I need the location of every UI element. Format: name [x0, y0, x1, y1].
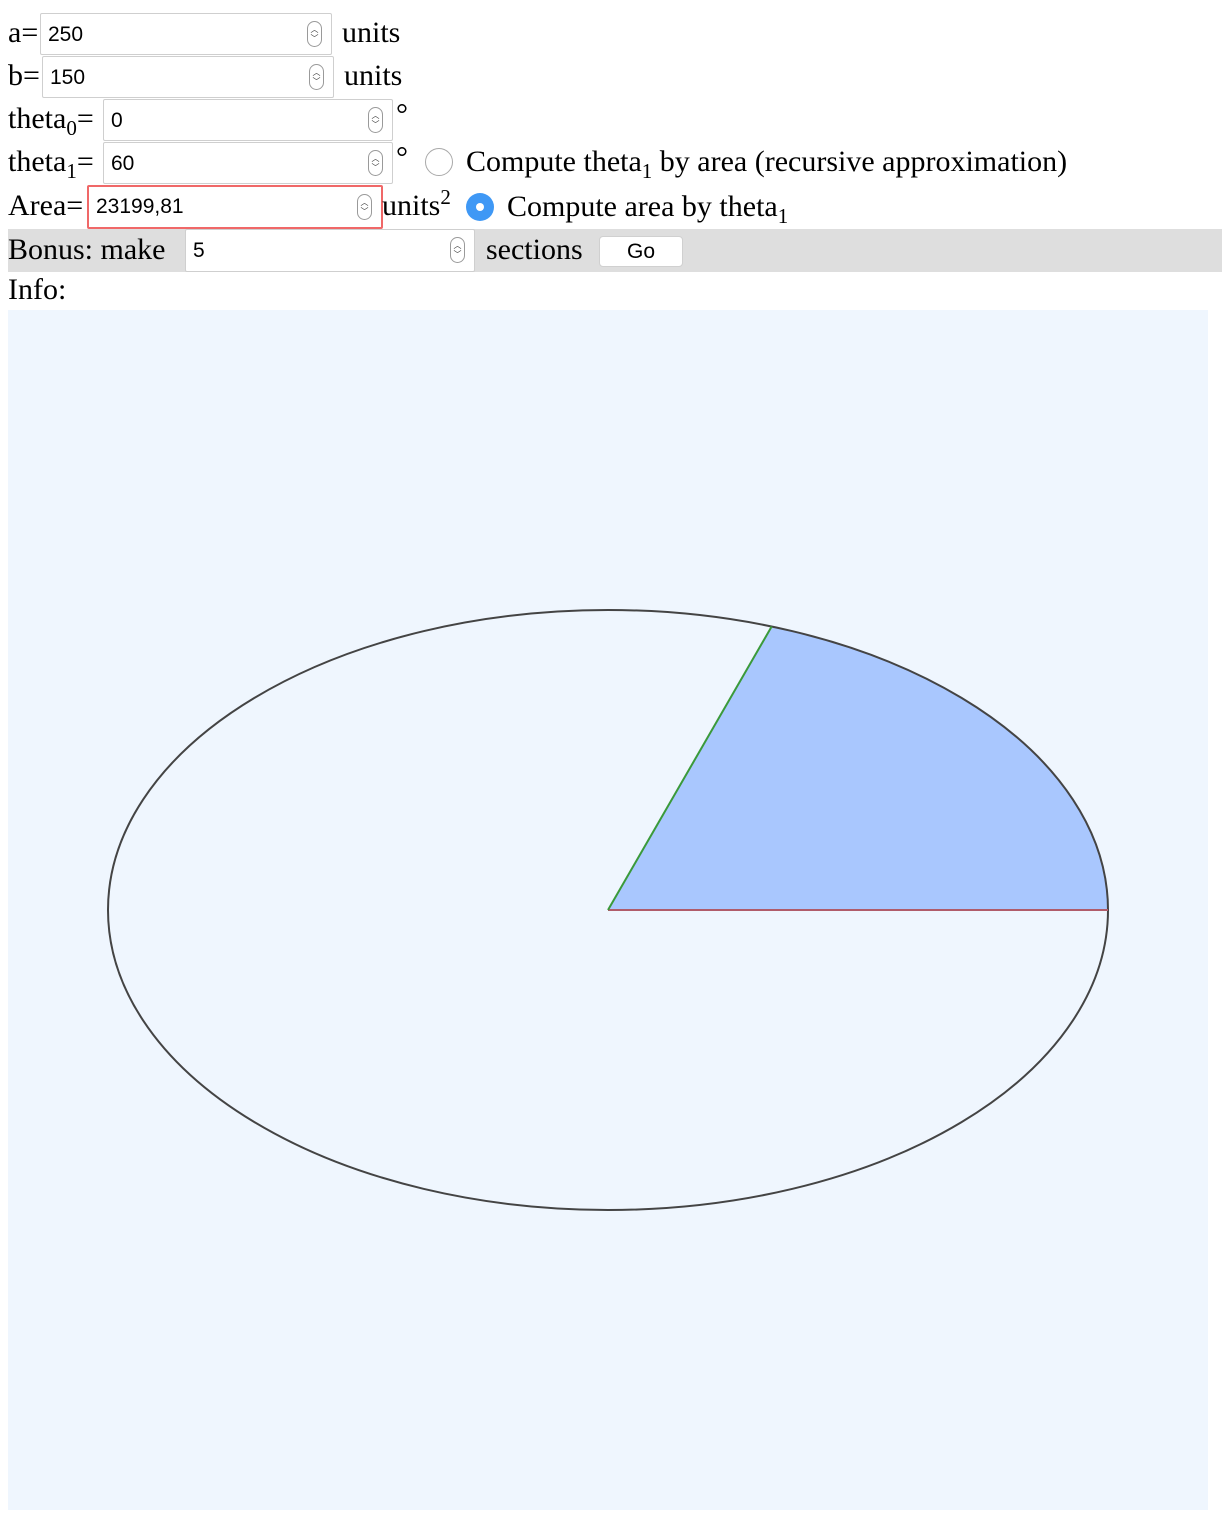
mode-by-area-text: Compute theta: [466, 145, 642, 178]
b-label: b=: [8, 59, 40, 92]
mode-by-area-label[interactable]: Compute theta1 by area (recursive approx…: [466, 145, 1068, 182]
sections-input[interactable]: 5 ︿ ﹀: [185, 229, 475, 272]
spin-down-icon: ﹀: [453, 250, 462, 259]
spin-up-icon: ︿: [360, 198, 369, 207]
theta1-spinner[interactable]: ︿ ﹀: [368, 150, 383, 176]
theta1-label-sub: 1: [66, 159, 77, 183]
b-value: 150: [50, 66, 86, 89]
spin-up-icon: ︿: [310, 25, 319, 34]
go-button[interactable]: Go: [599, 236, 683, 267]
theta1-label-eq: =: [76, 145, 94, 178]
drawing-canvas: [8, 310, 1208, 1510]
theta0-label-eq: =: [76, 102, 94, 135]
a-label: a=: [8, 16, 39, 49]
theta0-value: 0: [111, 109, 123, 132]
spin-up-icon: ︿: [371, 154, 380, 163]
mode-by-theta-sub: 1: [777, 204, 789, 228]
bonus-label: Bonus: make: [8, 233, 166, 266]
mode-by-theta-radio[interactable]: [466, 193, 494, 221]
area-label: Area=: [8, 189, 84, 222]
b-spinner[interactable]: ︿ ﹀: [309, 64, 324, 90]
mode-by-theta-label[interactable]: Compute area by theta1: [507, 190, 788, 227]
theta0-unit: °: [396, 98, 408, 131]
theta1-input[interactable]: 60 ︿ ﹀: [103, 142, 393, 184]
theta1-label: theta1=: [8, 145, 94, 182]
theta0-label-main: theta: [8, 102, 67, 135]
spin-up-icon: ︿: [312, 68, 321, 77]
a-unit: units: [342, 16, 401, 49]
sections-value: 5: [193, 239, 205, 262]
spin-down-icon: ﹀: [371, 120, 380, 129]
mode-by-area-sub: 1: [641, 159, 653, 183]
info-label: Info:: [8, 273, 67, 306]
spin-down-icon: ﹀: [312, 77, 321, 86]
theta1-value: 60: [111, 152, 135, 175]
spin-up-icon: ︿: [453, 241, 462, 250]
spin-down-icon: ﹀: [360, 207, 369, 216]
a-spinner[interactable]: ︿ ﹀: [307, 21, 322, 47]
area-spinner[interactable]: ︿ ﹀: [357, 194, 372, 220]
theta0-label-sub: 0: [66, 116, 77, 140]
area-input[interactable]: 23199,81 ︿ ﹀: [87, 185, 383, 229]
mode-by-theta-text: Compute area by theta: [507, 190, 778, 223]
theta0-input[interactable]: 0 ︿ ﹀: [103, 99, 393, 141]
theta1-unit: °: [396, 141, 408, 174]
ellipse-drawing: [107, 609, 1109, 1211]
area-value: 23199,81: [96, 195, 184, 218]
sections-label: sections: [486, 233, 583, 266]
theta1-label-main: theta: [8, 145, 67, 178]
sector-fill: [608, 626, 1108, 910]
area-unit-main: units: [382, 189, 441, 222]
area-unit: units2: [382, 187, 451, 222]
b-unit: units: [344, 59, 403, 92]
a-value: 250: [48, 23, 84, 46]
sections-spinner[interactable]: ︿ ﹀: [450, 237, 465, 263]
theta0-spinner[interactable]: ︿ ﹀: [368, 107, 383, 133]
mode-by-area-radio[interactable]: [425, 148, 453, 176]
spin-down-icon: ﹀: [310, 34, 319, 43]
area-unit-sup: 2: [440, 185, 451, 209]
b-input[interactable]: 150 ︿ ﹀: [42, 56, 334, 98]
spin-up-icon: ︿: [371, 111, 380, 120]
mode-by-area-rest: by area (recursive approximation): [652, 145, 1068, 178]
a-input[interactable]: 250 ︿ ﹀: [40, 13, 332, 55]
spin-down-icon: ﹀: [371, 163, 380, 172]
theta0-label: theta0=: [8, 102, 94, 139]
